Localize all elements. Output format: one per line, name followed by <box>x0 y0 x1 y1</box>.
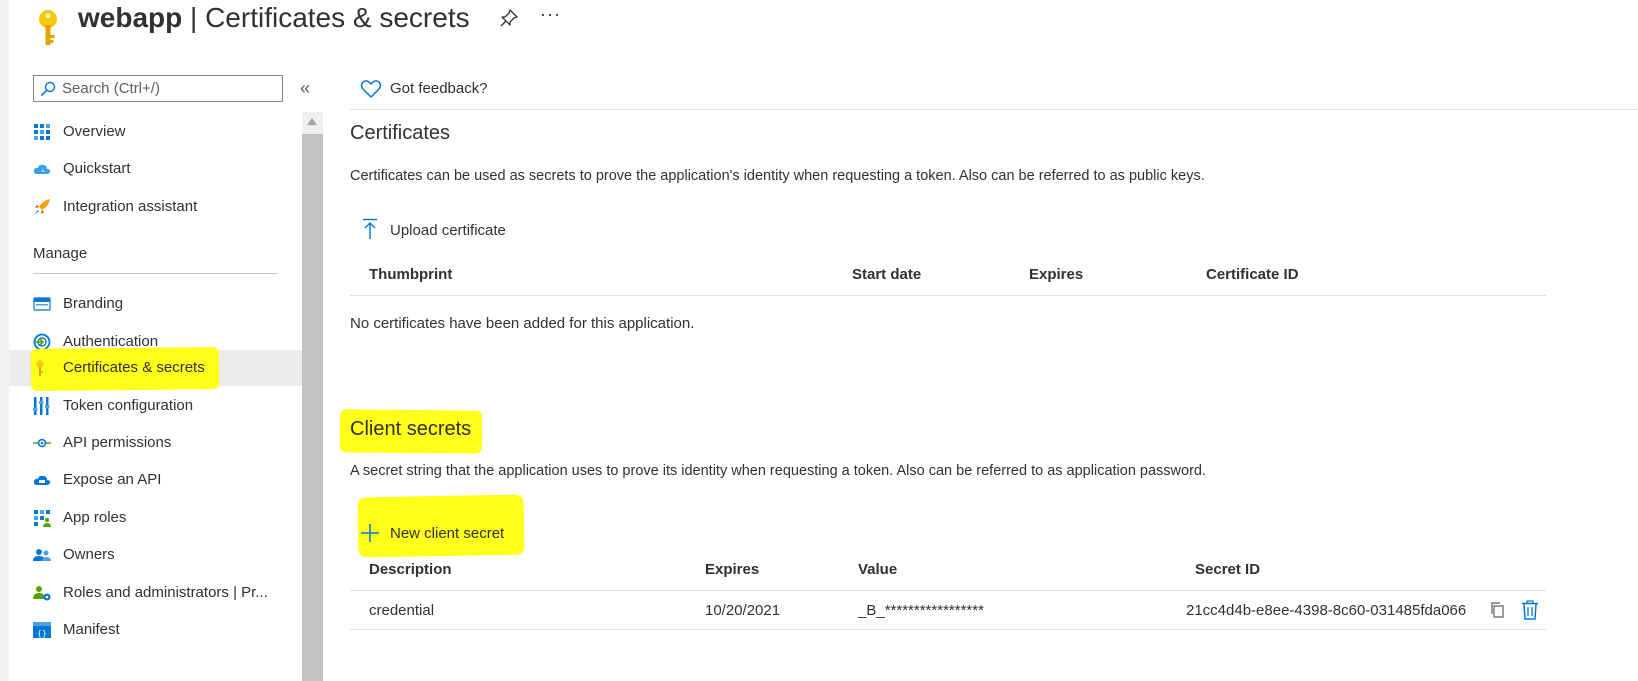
roles-admin-icon <box>33 586 51 601</box>
token-bars-icon <box>33 397 50 415</box>
page-title-text: Certificates & secrets <box>205 2 470 33</box>
column-header-expires[interactable]: Expires <box>1029 266 1083 283</box>
branding-icon <box>33 297 51 311</box>
owners-icon <box>33 549 51 561</box>
plus-icon <box>361 524 379 542</box>
sidebar-item-label: Roles and administrators | Pr... <box>63 584 268 601</box>
sidebar-item-quickstart[interactable]: Quickstart <box>9 151 302 187</box>
divider <box>33 273 277 274</box>
upload-arrow-icon <box>363 218 377 239</box>
sidebar-item-app-roles[interactable]: App roles <box>9 500 302 536</box>
secret-expires: 10/20/2021 <box>705 602 781 619</box>
sidebar-item-label: Manifest <box>63 621 120 638</box>
window-edge <box>0 0 9 681</box>
certificates-description: Certificates can be used as secrets to p… <box>350 168 1205 184</box>
page-title: webapp | Certificates & secrets <box>78 0 470 36</box>
column-header-start-date[interactable]: Start date <box>852 266 921 283</box>
certificates-heading: Certificates <box>350 122 451 144</box>
sidebar-item-label: Expose an API <box>63 471 162 488</box>
new-client-secret-label: New client secret <box>390 525 505 542</box>
sidebar-item-manifest[interactable]: {} Manifest <box>9 612 302 648</box>
upload-certificate-label: Upload certificate <box>390 222 506 239</box>
app-name: webapp <box>78 2 183 33</box>
column-header-value[interactable]: Value <box>858 561 897 578</box>
feedback-label: Got feedback? <box>390 80 488 97</box>
column-header-thumbprint[interactable]: Thumbprint <box>369 266 452 283</box>
collapse-sidebar-button[interactable]: « <box>300 78 310 99</box>
manage-heading: Manage <box>33 245 88 262</box>
overview-grid-icon <box>34 124 50 140</box>
sidebar-item-label: API permissions <box>63 434 172 451</box>
sidebar-item-expose-api[interactable]: Expose an API <box>9 462 302 498</box>
search-box[interactable] <box>33 75 283 102</box>
client-secrets-heading: Client secrets <box>350 418 472 440</box>
sidebar-item-label: Certificates & secrets <box>63 359 205 376</box>
svg-text:{}: {} <box>37 629 47 638</box>
search-input[interactable] <box>62 78 277 99</box>
manifest-icon: {} <box>33 622 51 638</box>
sidebar-item-label: Quickstart <box>63 160 131 177</box>
table-header-divider <box>350 295 1546 296</box>
sidebar-item-label: App roles <box>63 509 127 526</box>
cloud-icon <box>33 164 51 174</box>
sidebar-item-certificates-secrets[interactable]: Certificates & secrets <box>9 347 302 391</box>
search-icon <box>40 81 56 97</box>
sidebar-item-owners[interactable]: Owners <box>9 537 302 573</box>
api-permissions-icon <box>33 438 51 448</box>
sidebar-item-integration-assistant[interactable]: Integration assistant <box>9 189 302 225</box>
column-header-certificate-id[interactable]: Certificate ID <box>1206 266 1299 283</box>
client-secrets-description: A secret string that the application use… <box>350 463 1206 479</box>
table-header-divider <box>350 590 1546 591</box>
title-separator: | <box>182 2 206 33</box>
column-header-description[interactable]: Description <box>369 561 452 578</box>
more-options-button[interactable]: ··· <box>540 4 561 25</box>
heart-icon <box>360 80 382 98</box>
key-icon <box>39 10 57 45</box>
sidebar-item-label: Overview <box>63 123 126 140</box>
scrollbar-thumb[interactable] <box>302 134 323 681</box>
cloud-api-icon <box>33 475 51 485</box>
sidebar-item-label: Branding <box>63 295 124 312</box>
empty-state-message: No certificates have been added for this… <box>350 315 695 332</box>
sidebar-item-branding[interactable]: Branding <box>9 286 302 322</box>
column-header-expires[interactable]: Expires <box>705 561 759 578</box>
column-header-secret-id[interactable]: Secret ID <box>1195 561 1260 578</box>
toolbar-divider <box>350 109 1638 110</box>
pin-icon[interactable] <box>499 8 519 28</box>
app-roles-icon <box>34 510 51 527</box>
secret-id: 21cc4d4b-e8ee-4398-8c60-031485fda066 <box>1186 602 1467 619</box>
sidebar-item-label: Token configuration <box>63 397 194 414</box>
scroll-up-arrow-icon[interactable] <box>307 118 317 125</box>
sidebar-item-api-permissions[interactable]: API permissions <box>9 425 302 461</box>
sidebar-item-roles-administrators[interactable]: Roles and administrators | Pr... <box>9 575 302 611</box>
sidebar-item-overview[interactable]: Overview <box>9 114 302 150</box>
sidebar-item-label: Owners <box>63 546 115 563</box>
key-icon <box>36 360 44 376</box>
secret-value: _B_***************** <box>858 602 984 619</box>
rocket-icon <box>34 199 50 215</box>
sidebar-item-token-configuration[interactable]: Token configuration <box>9 388 302 424</box>
table-row-divider <box>350 629 1546 630</box>
secret-description: credential <box>369 602 435 619</box>
delete-icon[interactable] <box>1521 600 1539 620</box>
sidebar-item-label: Integration assistant <box>63 198 198 215</box>
copy-icon[interactable] <box>1489 601 1507 621</box>
